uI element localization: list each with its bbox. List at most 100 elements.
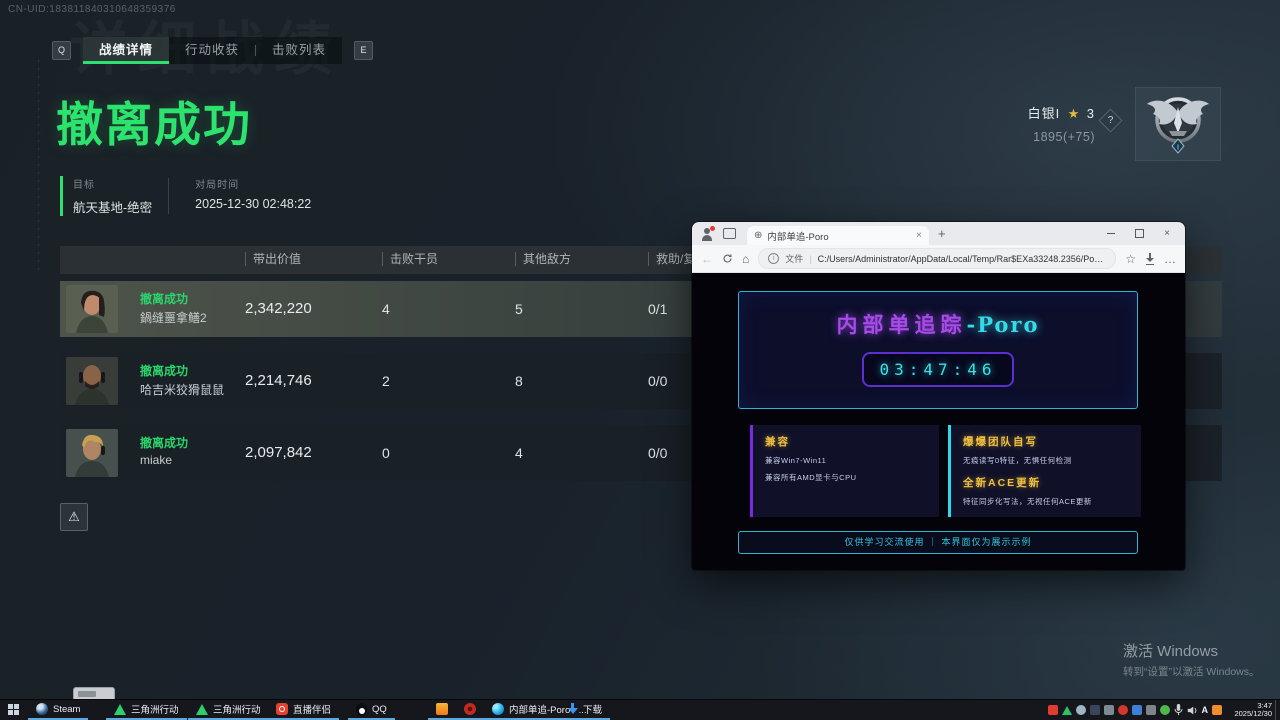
- row-player-name: 哈吉米狡猾鼠鼠: [140, 381, 224, 398]
- tray-icon-app[interactable]: [1132, 705, 1142, 715]
- show-desktop-button[interactable]: [1275, 700, 1280, 720]
- row-status: 撤离成功: [140, 362, 188, 379]
- info-divider: [168, 178, 169, 214]
- player-avatar: [66, 285, 118, 333]
- delta-force-icon: [114, 704, 126, 715]
- edge-icon: [492, 703, 504, 715]
- tray-icon-shield[interactable]: [1090, 705, 1100, 715]
- live-companion-icon: [276, 703, 288, 715]
- browser-tab-title: 内部单追-Poro: [767, 229, 911, 243]
- match-time-label: 对局时间: [195, 176, 311, 191]
- taskbar-item-delta-force-1[interactable]: 三角洲行动: [106, 700, 187, 720]
- taskbar-clock[interactable]: 3:47 2025/12/30: [1234, 702, 1272, 718]
- home-icon[interactable]: ⌂: [742, 253, 749, 265]
- row-kills: 2: [382, 353, 390, 409]
- tray-icon-app[interactable]: [1146, 705, 1156, 715]
- start-button-icon[interactable]: [8, 704, 20, 716]
- taskbar: Steam 三角洲行动 三角洲行动 直播伴侣 QQ 内部单追-Poro - ..…: [0, 699, 1280, 720]
- microphone-icon[interactable]: [1174, 704, 1183, 716]
- rank-info: 白银I ★ 3 1895(+75): [960, 103, 1095, 144]
- svg-text:I: I: [1177, 145, 1179, 152]
- compatibility-heading: 兼容: [765, 434, 927, 449]
- speaker-icon[interactable]: [1187, 705, 1198, 716]
- help-icon[interactable]: ?: [1098, 108, 1122, 132]
- row-loot-value: 2,214,746: [245, 353, 312, 409]
- tray-icon-live[interactable]: [1048, 705, 1058, 715]
- browser-content: 内部单追踪-Poro 03:47:46 兼容 兼容Win7-Win11 兼容所有…: [692, 273, 1185, 570]
- rank-level: 3: [1087, 106, 1095, 121]
- tab-kill-list[interactable]: 击败列表: [256, 37, 342, 64]
- taskbar-item-steam[interactable]: Steam: [28, 700, 88, 720]
- maximize-icon[interactable]: [1125, 222, 1153, 245]
- browser-titlebar: ⊕ 内部单追-Poro × + ×: [692, 222, 1185, 245]
- close-icon[interactable]: ×: [1153, 222, 1181, 245]
- keyhint-q: Q: [52, 41, 71, 60]
- match-info: 目标 航天基地-绝密 对局时间 2025-12-30 02:48:22: [60, 176, 311, 216]
- eagle-badge-icon: I: [1140, 91, 1216, 157]
- tab-battle-details[interactable]: 战绩详情: [83, 37, 169, 64]
- compatibility-line: 兼容所有AMD显卡与CPU: [765, 472, 927, 483]
- taskbar-item-delta-force-2[interactable]: 三角洲行动: [188, 700, 269, 720]
- feature-line: 特征同步化写法，无视任何ACE更新: [963, 496, 1129, 507]
- minimize-icon[interactable]: [1097, 222, 1125, 245]
- result-title: 撤离成功: [56, 86, 252, 155]
- poro-timer: 03:47:46: [862, 352, 1014, 387]
- keyhint-e: E: [354, 41, 373, 60]
- decorative-ruler: [38, 60, 39, 270]
- rank-score: 1895(+75): [960, 130, 1095, 144]
- col-operator-kills: 击败干员: [382, 252, 438, 266]
- tab-close-icon[interactable]: ×: [916, 231, 922, 241]
- poro-title-en: -Poro: [966, 312, 1039, 337]
- delta-force-icon: [196, 704, 208, 715]
- taskbar-item-qq[interactable]: QQ: [348, 700, 395, 720]
- feature-line: 无痕读写0特征，无惧任何检测: [963, 455, 1129, 466]
- taskbar-item-app2[interactable]: [456, 700, 484, 720]
- tray-icon-delta[interactable]: [1062, 706, 1072, 715]
- more-options-icon[interactable]: …: [1164, 253, 1176, 265]
- refresh-icon[interactable]: [722, 253, 733, 264]
- tray-icon-app[interactable]: [1104, 705, 1114, 715]
- ime-indicator[interactable]: A: [1202, 705, 1209, 715]
- taskbar-item-downloads[interactable]: 下载: [560, 700, 610, 720]
- browser-toolbar: ← ⌂ i 文件 | C:/Users/Administrator/AppDat…: [692, 245, 1185, 273]
- col-loot-value: 带出价值: [245, 252, 301, 266]
- address-bar[interactable]: i 文件 | C:/Users/Administrator/AppData/Lo…: [758, 248, 1116, 269]
- system-tray: A: [1048, 700, 1223, 720]
- file-icon: i: [768, 253, 779, 264]
- tab-action-loot[interactable]: 行动收获: [169, 37, 255, 64]
- taskbar-item-live-companion[interactable]: 直播伴侣: [268, 700, 339, 720]
- warning-icon[interactable]: ⚠: [60, 503, 88, 531]
- rank-tier: 白银I: [1028, 106, 1061, 121]
- tray-icon-steam[interactable]: [1076, 705, 1086, 715]
- tab-search-icon[interactable]: [723, 228, 736, 239]
- tray-icon-app[interactable]: [1212, 705, 1222, 715]
- profile-icon[interactable]: [700, 227, 714, 241]
- tray-icon-app[interactable]: [1118, 705, 1128, 715]
- taskbar-item-app1[interactable]: [428, 700, 456, 720]
- row-loot-value: 2,097,842: [245, 425, 312, 481]
- back-icon[interactable]: ←: [701, 253, 713, 265]
- match-time-block: 对局时间 2025-12-30 02:48:22: [185, 176, 311, 216]
- row-loot-value: 2,342,220: [245, 281, 312, 337]
- objective-block: 目标 航天基地-绝密: [60, 176, 152, 216]
- objective-label: 目标: [73, 176, 152, 191]
- features-card: 爆爆团队自写 无痕读写0特征，无惧任何检测 全新ACE更新 特征同步化写法，无视…: [948, 425, 1141, 517]
- tray-icon-app[interactable]: [1160, 705, 1170, 715]
- poro-footer-note: 仅供学习交流使用 ｜ 本界面仅为展示示例: [738, 531, 1138, 554]
- globe-icon: ⊕: [754, 231, 762, 241]
- favorite-star-icon[interactable]: ☆: [1125, 253, 1136, 265]
- row-status: 撤离成功: [140, 434, 188, 451]
- feature-heading: 爆爆团队自写: [963, 434, 1129, 449]
- downloads-icon[interactable]: [1145, 253, 1155, 265]
- tab-strip: 战绩详情 行动收获 击败列表: [83, 37, 342, 64]
- result-tab-bar: Q 战绩详情 行动收获 击败列表 E: [52, 37, 373, 64]
- new-tab-icon[interactable]: +: [938, 227, 946, 240]
- steam-icon: [36, 703, 48, 715]
- row-kills: 0: [382, 425, 390, 481]
- browser-tab[interactable]: ⊕ 内部单追-Poro ×: [747, 226, 929, 245]
- app-icon: [436, 703, 448, 715]
- match-time-value: 2025-12-30 02:48:22: [195, 197, 311, 211]
- poro-header-panel: 内部单追踪-Poro 03:47:46: [738, 291, 1138, 409]
- row-other-enemies: 4: [515, 425, 523, 481]
- row-other-enemies: 8: [515, 353, 523, 409]
